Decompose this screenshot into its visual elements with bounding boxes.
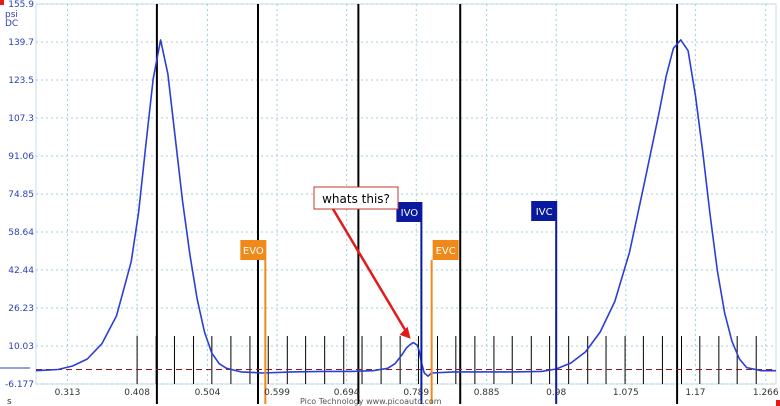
- marker-label-ivo: IVO: [401, 208, 419, 219]
- y-tick-label: -6.177: [5, 380, 34, 390]
- unit-coupling: DC: [5, 19, 18, 29]
- x-tick-label: 0.313: [55, 388, 81, 398]
- x-tick-label: 0.599: [264, 388, 290, 398]
- grid-lines: [35, 3, 777, 385]
- timing-markers: EVO IVO EVC IVC: [240, 201, 558, 404]
- marker-label-ivc: IVC: [536, 207, 553, 218]
- corner-handle-bottom-right[interactable]: [776, 400, 780, 406]
- x-tick-label: 0.885: [474, 388, 500, 398]
- y-tick-label: 139.7: [8, 38, 34, 48]
- x-tick-label: 0.504: [195, 388, 221, 398]
- y-tick-label: 42.44: [8, 266, 34, 276]
- annotation-arrow-shaft: [331, 208, 410, 337]
- x-tick-label: 1.075: [613, 388, 639, 398]
- x-tick-label: 1.266: [753, 388, 779, 398]
- x-tick-label: 0.408: [124, 388, 150, 398]
- marker-label-evc: EVC: [436, 246, 456, 257]
- annotation-text: whats this?: [322, 192, 390, 206]
- y-tick-label: 10.03: [8, 342, 34, 352]
- y-tick-label: 58.64: [8, 228, 34, 238]
- y-tick-label: 155.9: [8, 0, 34, 10]
- pressure-chart: EVO IVO EVC IVC whats this? 155.9 139.7 123.5…: [0, 0, 780, 406]
- x-tick-label: 0.98: [546, 388, 566, 398]
- y-tick-label: 26.23: [8, 304, 34, 314]
- footer-credit: Pico Technology www.picoauto.com: [300, 397, 442, 406]
- corner-handle-top-left[interactable]: [0, 0, 4, 5]
- y-tick-label: 74.85: [8, 190, 34, 200]
- crank-position-ticks: [136, 336, 757, 384]
- y-tick-label: 91.06: [8, 152, 34, 162]
- annotation-group: whats this?: [313, 186, 411, 339]
- y-tick-label: 123.5: [8, 76, 34, 86]
- y-tick-label: 107.3: [8, 114, 34, 124]
- x-unit-label: s: [7, 397, 12, 406]
- y-axis-labels: 155.9 139.7 123.5 107.3 91.06 74.85 58.64 42.44…: [5, 0, 34, 390]
- x-tick-label: 1.17: [685, 388, 705, 398]
- marker-label-evo: EVO: [243, 246, 264, 257]
- oscilloscope-window: EVO IVO EVC IVC whats this? 155.9 139.7 123.5…: [0, 0, 780, 406]
